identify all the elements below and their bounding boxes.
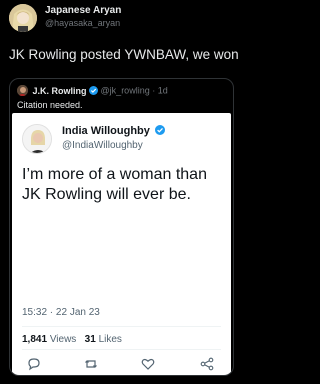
- likes-count: 31: [84, 334, 96, 345]
- quoted-avatar-icon: [17, 85, 28, 97]
- likes-label: Likes: [98, 334, 122, 345]
- share-icon: [200, 357, 214, 371]
- card-name: India Willoughby: [62, 125, 165, 137]
- tweet-text: JK Rowling posted YWNBAW, we won: [9, 47, 239, 62]
- card-divider: [22, 326, 221, 327]
- card-avatar-icon: [23, 125, 51, 153]
- card-name-text: India Willoughby: [62, 125, 150, 137]
- quoted-avatar[interactable]: [17, 85, 28, 97]
- verified-badge-icon: [89, 86, 99, 96]
- retweet-icon: [85, 360, 97, 368]
- author-avatar[interactable]: [9, 4, 37, 32]
- quoted-tweet[interactable]: J.K. Rowling @jk_rowling · 1d Citation n…: [9, 78, 234, 376]
- tweet-header: Japanese Aryan @hayasaka_aryan: [0, 0, 243, 40]
- quoted-meta: @jk_rowling · 1d: [100, 85, 168, 96]
- card-text: I’m more of a woman than JK Rowling will…: [22, 166, 207, 203]
- views-label: Views: [49, 334, 77, 345]
- card-timestamp: 15:32 · 22 Jan 23: [22, 307, 100, 318]
- author-handle[interactable]: @hayasaka_aryan: [45, 18, 120, 28]
- card-avatar: [22, 124, 52, 154]
- quoted-text: Citation needed.: [17, 100, 83, 110]
- card-stats: 1,841 Views 31 Likes: [22, 334, 122, 345]
- reply-icon: [28, 358, 40, 371]
- card-actions: [12, 356, 231, 372]
- quoted-tweet-header: J.K. Rowling @jk_rowling · 1d: [17, 85, 168, 97]
- author-name[interactable]: Japanese Aryan: [45, 5, 121, 16]
- card-verified-badge-icon: [154, 125, 165, 135]
- card-handle: @IndiaWilloughby: [62, 140, 143, 151]
- like-icon: [141, 358, 155, 370]
- card-divider: [22, 349, 221, 350]
- quoted-name[interactable]: J.K. Rowling: [33, 86, 87, 96]
- views-count: 1,841: [22, 334, 48, 345]
- anime-avatar-icon: [9, 4, 37, 32]
- tweet-screenshot-image[interactable]: India Willoughby @IndiaWilloughby I’m mo…: [12, 113, 231, 375]
